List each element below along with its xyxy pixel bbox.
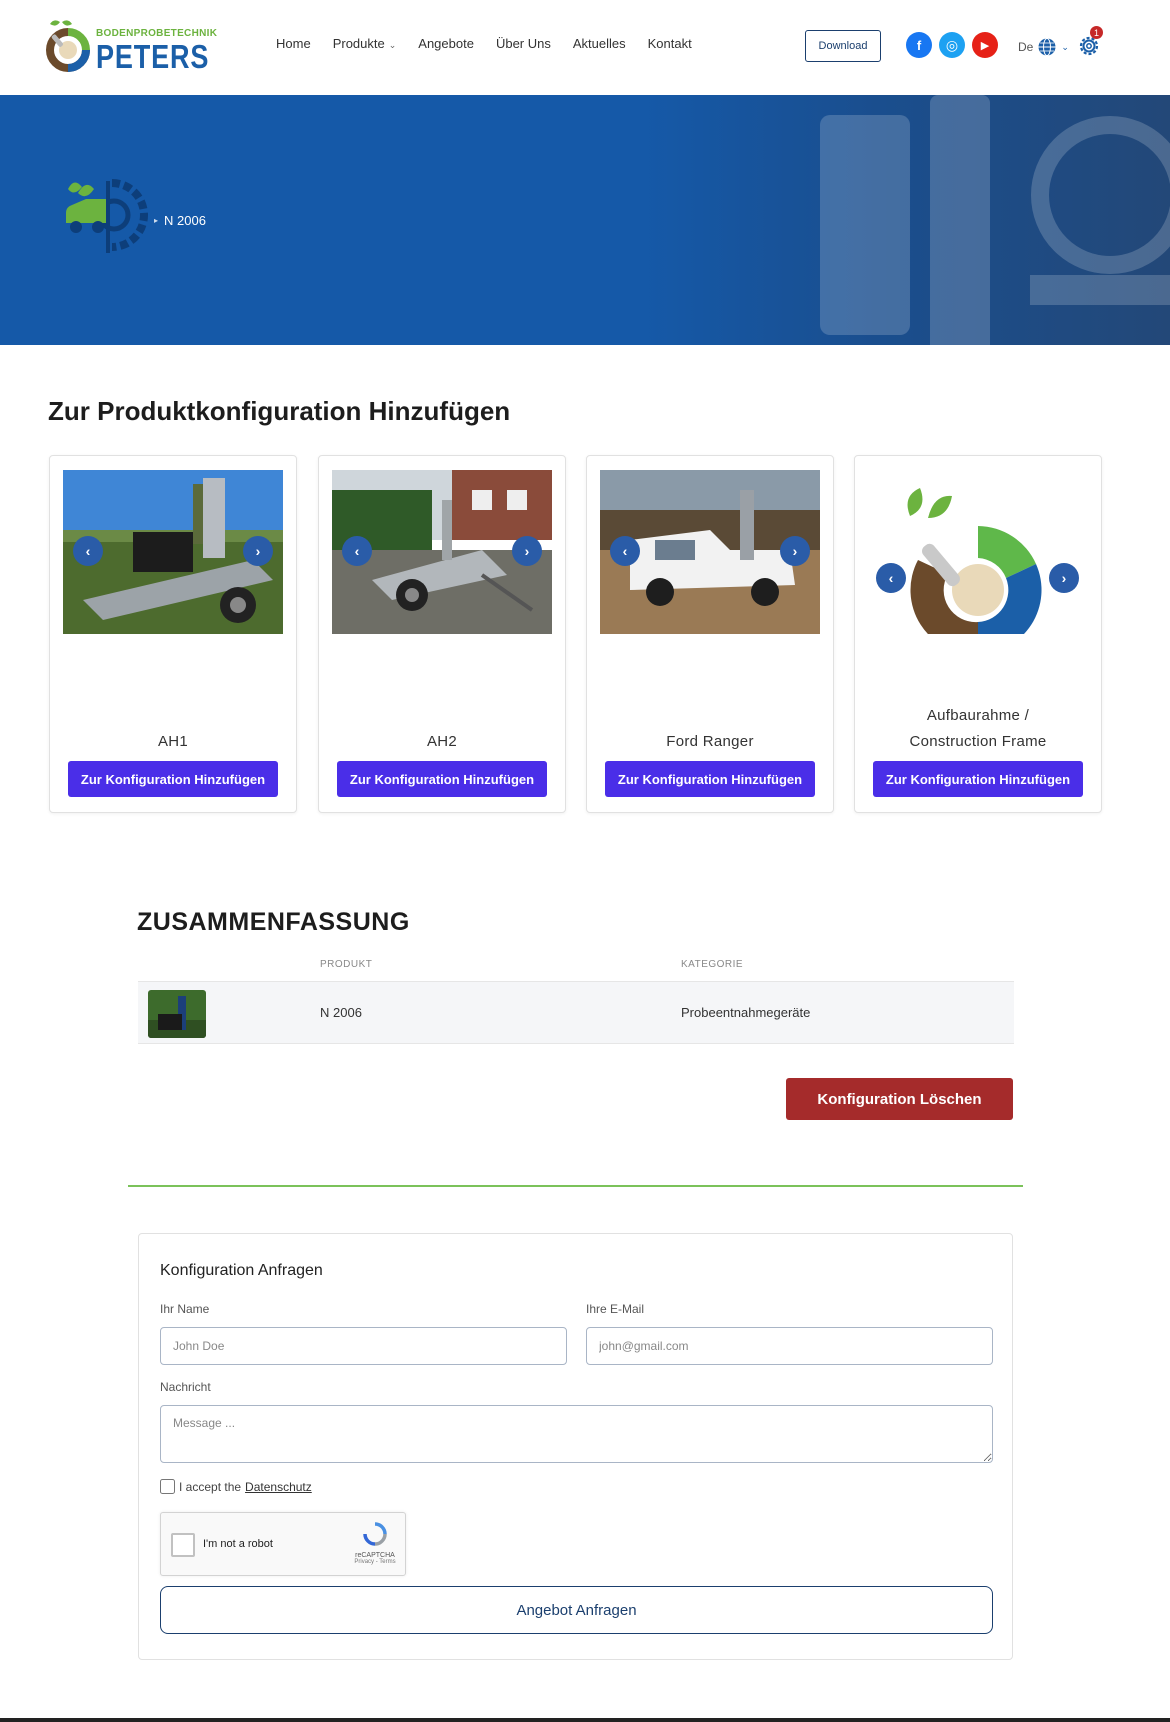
carousel-next-button[interactable]: › [1049, 563, 1079, 593]
table-row: N 2006 Probeentnahmegeräte [138, 982, 1014, 1044]
summary-table-header: PRODUKT KATEGORIE [138, 952, 1014, 982]
product-card-ah1: ‹ › AH1 Zur Konfiguration Hinzufügen [49, 455, 297, 813]
logo-mark-icon [46, 20, 90, 72]
recaptcha-checkbox[interactable] [171, 1533, 195, 1557]
email-input[interactable] [586, 1327, 993, 1365]
recaptcha-label: I'm not a robot [203, 1538, 273, 1550]
chevron-down-icon: ⌄ [1061, 41, 1069, 52]
section-divider [128, 1185, 1023, 1187]
column-header-product: PRODUKT [320, 959, 373, 970]
delete-configuration-button[interactable]: Konfiguration Löschen [786, 1078, 1013, 1120]
recaptcha-brand: reCAPTCHA [355, 1552, 395, 1559]
carousel-next-button[interactable]: › [243, 536, 273, 566]
product-image [868, 470, 1088, 634]
nav-aktuelles[interactable]: Aktuelles [573, 36, 626, 51]
product-card-construction-frame: ‹ › Aufbaurahme / Construction Frame Zur… [854, 455, 1102, 813]
globe-icon [1038, 38, 1056, 56]
name-label: Ihr Name [160, 1302, 210, 1316]
breadcrumb: ▸ N 2006 [154, 213, 206, 228]
facebook-icon[interactable]: f [906, 32, 932, 58]
youtube-icon[interactable]: ▶ [972, 32, 998, 58]
column-header-category: KATEGORIE [681, 959, 744, 970]
recaptcha-logo: reCAPTCHA Privacy - Terms [349, 1521, 401, 1565]
add-to-config-button[interactable]: Zur Konfiguration Hinzufügen [337, 761, 547, 797]
language-switcher[interactable]: De ⌄ [1018, 37, 1069, 57]
product-thumbnail [148, 990, 206, 1038]
privacy-text: I accept the [179, 1479, 242, 1494]
add-to-config-button[interactable]: Zur Konfiguration Hinzufügen [873, 761, 1083, 797]
hero-banner: ▸ N 2006 [0, 95, 1170, 345]
message-textarea[interactable] [160, 1405, 993, 1463]
add-to-config-button[interactable]: Zur Konfiguration Hinzufügen [68, 761, 278, 797]
footer-edge [0, 1718, 1170, 1722]
nav-angebote[interactable]: Angebote [418, 36, 474, 51]
name-input[interactable] [160, 1327, 567, 1365]
message-label: Nachricht [160, 1380, 211, 1394]
product-name: Ford Ranger [666, 733, 754, 750]
download-button[interactable]: Download [805, 30, 881, 62]
summary-product: N 2006 [320, 1005, 362, 1020]
vehicle-gear-icon [66, 179, 148, 253]
request-form: Konfiguration Anfragen Ihr Name Ihre E-M… [138, 1233, 1013, 1660]
chevron-down-icon: ⌄ [388, 40, 397, 50]
privacy-link[interactable]: Datenschutz [245, 1480, 312, 1494]
product-name: AH1 [157, 733, 189, 750]
nav-kontakt[interactable]: Kontakt [648, 36, 692, 51]
carousel-next-button[interactable]: › [780, 536, 810, 566]
instagram-icon[interactable]: ◎ [939, 32, 965, 58]
email-label: Ihre E-Mail [586, 1302, 645, 1316]
summary-title: ZUSAMMENFASSUNG [137, 908, 410, 936]
summary-category: Probeentnahmegeräte [681, 1005, 811, 1020]
logo[interactable]: BODENPROBETECHNIK PETERS [40, 16, 217, 78]
product-card-ford-ranger: ‹ › Ford Ranger Zur Konfiguration Hinzuf… [586, 455, 834, 813]
product-name: AH2 [426, 733, 458, 750]
carousel-prev-button[interactable]: ‹ [876, 563, 906, 593]
hero-background-machine [820, 95, 1170, 345]
product-name-line-1: Aufbaurahme / [926, 707, 1030, 724]
main-nav: Home Produkte ⌄ Angebote Über Uns Aktuell… [276, 36, 692, 51]
recaptcha-widget: I'm not a robot reCAPTCHA Privacy - Term… [160, 1512, 406, 1576]
carousel-prev-button[interactable]: ‹ [610, 536, 640, 566]
nav-produkte[interactable]: Produkte ⌄ [333, 36, 397, 51]
summary-table: PRODUKT KATEGORIE N 2006 Probeentnahmege… [138, 952, 1014, 1044]
carousel-prev-button[interactable]: ‹ [73, 536, 103, 566]
form-title: Konfiguration Anfragen [160, 1262, 323, 1279]
product-name-line-2: Construction Frame [909, 733, 1047, 750]
language-code: De [1018, 40, 1034, 54]
privacy-checkbox[interactable] [160, 1479, 175, 1494]
nav-ueber-uns[interactable]: Über Uns [496, 36, 551, 51]
recaptcha-icon [363, 1522, 387, 1546]
nav-home[interactable]: Home [276, 36, 311, 51]
carousel-next-button[interactable]: › [512, 536, 542, 566]
nav-produkte-label: Produkte [332, 36, 385, 51]
add-to-config-button[interactable]: Zur Konfiguration Hinzufügen [605, 761, 815, 797]
breadcrumb-current: N 2006 [164, 213, 206, 228]
section-title: Zur Produktkonfiguration Hinzufügen [48, 396, 511, 426]
carousel-prev-button[interactable]: ‹ [342, 536, 372, 566]
recaptcha-links: Privacy - Terms [354, 1559, 396, 1565]
privacy-consent: I accept the Datenschutz [160, 1479, 312, 1494]
site-header: BODENPROBETECHNIK PETERS Home Produkte ⌄ … [0, 0, 1170, 95]
request-offer-button[interactable]: Angebot Anfragen [160, 1586, 993, 1634]
logo-title: PETERS [96, 38, 210, 75]
product-card-ah2: ‹ › AH2 Zur Konfiguration Hinzufügen [318, 455, 566, 813]
config-count-badge: 1 [1090, 26, 1103, 39]
breadcrumb-separator-icon: ▸ [154, 216, 159, 225]
